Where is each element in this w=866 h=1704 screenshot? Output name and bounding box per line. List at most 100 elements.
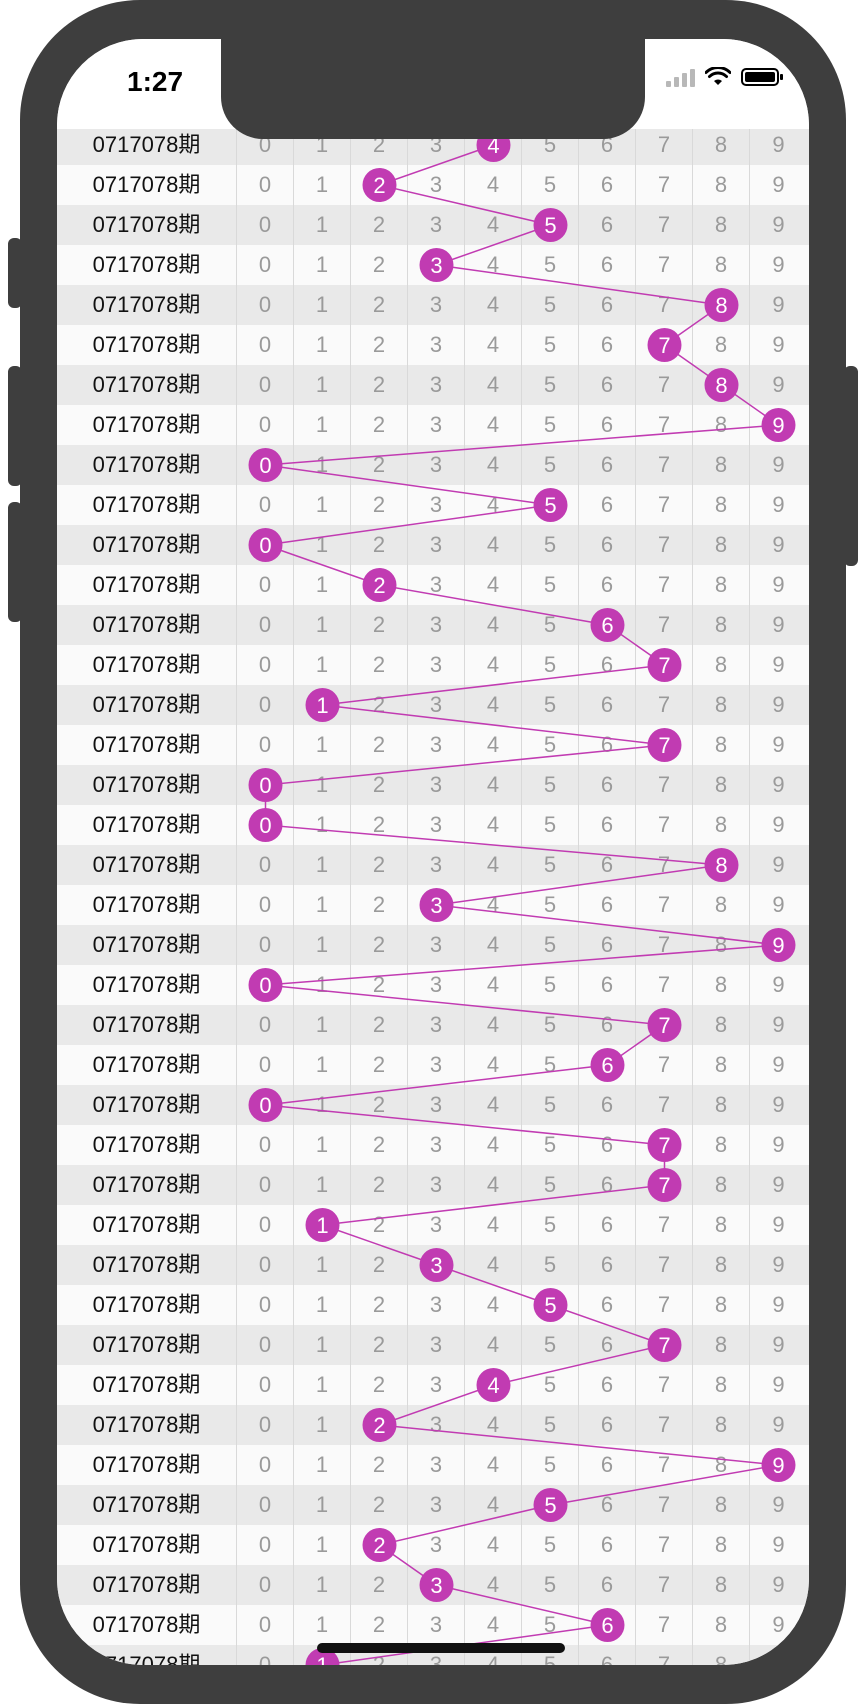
digit-cell: 6	[579, 1405, 636, 1445]
digit-cell: 4	[465, 1285, 522, 1325]
digit-cell: 2	[351, 925, 408, 965]
period-label: 0717078期	[57, 645, 237, 685]
digit-cell: 7	[636, 605, 693, 645]
battery-icon	[741, 68, 783, 86]
digit-cell: 8	[693, 125, 750, 165]
digit-cell: 7	[636, 205, 693, 245]
status-icons	[666, 67, 783, 87]
digit-cell: 9	[772, 452, 785, 477]
digit-cell: 9	[772, 1412, 785, 1437]
digit-cell: 0	[237, 365, 294, 405]
table-row: 0717078期 0 1 2 3 4 5 6 7 8 9	[57, 605, 809, 645]
digit-cell: 3	[408, 1565, 465, 1605]
digit-cell: 3	[408, 1165, 465, 1205]
digit-cell: 1	[294, 845, 351, 885]
digit-cell: 7	[636, 645, 693, 685]
period-label: 0717078期	[57, 165, 237, 205]
digit-cell: 7	[636, 1645, 693, 1665]
period-label: 0717078期	[57, 1205, 237, 1245]
digit-cell: 7	[636, 1525, 693, 1565]
digit-cell: 1	[294, 405, 351, 445]
digit-cell: 3	[408, 685, 465, 725]
digit-cell: 3	[408, 1285, 465, 1325]
digit-cell: 0	[237, 565, 294, 605]
table-row: 0717078期 0 1 2 3 4 5 6 7 8 9	[57, 365, 809, 405]
digit-cell: 6	[579, 1525, 636, 1565]
period-label: 0717078期	[57, 845, 237, 885]
digit-cell: 4	[465, 1045, 522, 1085]
digit-cell: 8	[693, 1005, 750, 1045]
period-label: 0717078期	[57, 1045, 237, 1085]
digit-cell: 6	[579, 485, 636, 525]
digit-cell: 0	[237, 445, 294, 485]
digit-cell: 6	[579, 925, 636, 965]
digit-cell: 6	[579, 325, 636, 365]
table-row: 0717078期 0 1 2 3 4 5 6 7 8 9	[57, 1565, 809, 1605]
digit-cell: 8	[693, 1165, 750, 1205]
digit-cell: 9	[772, 1212, 785, 1237]
digit-cell: 8	[693, 485, 750, 525]
side-button-volume-down	[8, 502, 22, 622]
digit-cell: 0	[237, 405, 294, 445]
digit-cell: 9	[772, 332, 785, 357]
digit-cell: 3	[408, 1325, 465, 1365]
digit-cell: 7	[636, 245, 693, 285]
home-indicator[interactable]	[317, 1643, 565, 1653]
digit-cell: 8	[693, 245, 750, 285]
digit-cell: 4	[465, 245, 522, 285]
digit-cell: 6	[579, 805, 636, 845]
digit-cell: 9	[772, 252, 785, 277]
digit-cell: 1	[294, 965, 351, 1005]
digit-cell: 5	[522, 1125, 579, 1165]
digit-cell: 3	[408, 1525, 465, 1565]
digit-cell: 0	[237, 885, 294, 925]
digit-cell: 4	[465, 1205, 522, 1245]
period-label: 0717078期	[57, 1605, 237, 1645]
digit-cell: 2	[351, 1485, 408, 1525]
digit-cell: 5	[522, 685, 579, 725]
digit-cell: 4	[465, 485, 522, 525]
digit-cell: 2	[351, 325, 408, 365]
period-label: 0717078期	[57, 1565, 237, 1605]
digit-cell: 0	[237, 1005, 294, 1045]
digit-cell: 3	[408, 765, 465, 805]
digit-cell: 8	[693, 205, 750, 245]
digit-cell: 5	[522, 1165, 579, 1205]
digit-cell: 3	[408, 1085, 465, 1125]
digit-cell: 8	[693, 1525, 750, 1565]
digit-cell: 1	[294, 605, 351, 645]
table-row: 0717078期 0 1 2 3 4 5 6 7 8 9	[57, 965, 809, 1005]
digit-cell: 5	[522, 925, 579, 965]
digit-cell: 3	[408, 725, 465, 765]
digit-cell: 2	[351, 1565, 408, 1605]
table-row: 0717078期 0 1 2 3 4 5 6 7 8 9	[57, 1365, 809, 1405]
digit-cell: 7	[636, 1325, 693, 1365]
digit-cell: 5	[522, 645, 579, 685]
period-label: 0717078期	[57, 1285, 237, 1325]
digit-cell: 1	[294, 805, 351, 845]
side-button-mute	[8, 238, 22, 308]
digit-cell: 6	[579, 1645, 636, 1665]
digit-cell: 4	[465, 685, 522, 725]
digit-cell: 5	[522, 1325, 579, 1365]
digit-cell: 3	[408, 1005, 465, 1045]
digit-cell: 5	[522, 1525, 579, 1565]
digit-cell: 0	[237, 1285, 294, 1325]
period-label: 0717078期	[57, 285, 237, 325]
digit-cell: 8	[693, 1085, 750, 1125]
digit-cell: 7	[636, 1205, 693, 1245]
digit-cell: 1	[294, 485, 351, 525]
digit-cell: 2	[351, 685, 408, 725]
digit-cell: 9	[772, 212, 785, 237]
digit-cell: 2	[351, 805, 408, 845]
digit-cell: 1	[294, 525, 351, 565]
digit-cell: 1	[294, 885, 351, 925]
digit-cell: 0	[237, 1525, 294, 1565]
digit-cell: 0	[237, 525, 294, 565]
digit-cell: 2	[351, 1245, 408, 1285]
digit-cell: 5	[522, 205, 579, 245]
digit-cell: 8	[693, 1565, 750, 1605]
digit-cell: 9	[772, 732, 785, 757]
table-row: 0717078期 0 1 2 3 4 5 6 7 8 9	[57, 405, 809, 445]
table-row: 0717078期 0 1 2 3 4 5 6 7 8 9	[57, 245, 809, 285]
